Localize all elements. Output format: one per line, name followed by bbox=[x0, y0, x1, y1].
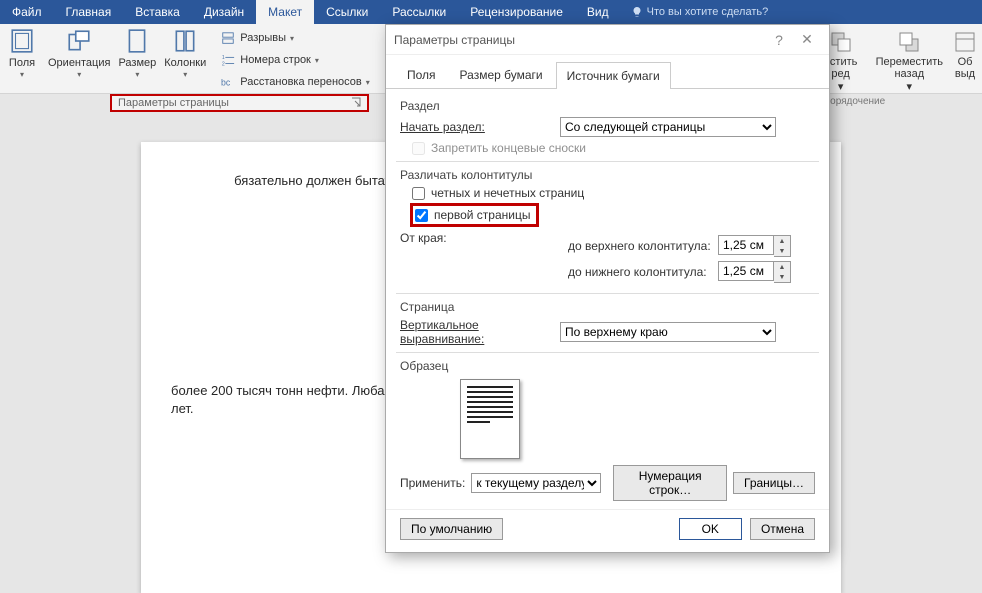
spin-up[interactable]: ▲ bbox=[774, 236, 790, 246]
apply-to-select[interactable]: к текущему разделу bbox=[471, 473, 601, 493]
section-start-select[interactable]: Со следующей страницы bbox=[560, 117, 776, 137]
chevron-down-icon: ▾ bbox=[907, 80, 913, 93]
tab-review[interactable]: Рецензирование bbox=[458, 0, 575, 24]
dialog-launcher-icon bbox=[351, 97, 361, 110]
page-setup-dialog: Параметры страницы ? ✕ Поля Размер бумаг… bbox=[385, 24, 830, 553]
breaks-column: Разрывы▾ 12 Номера строк▾ bc Расстановка… bbox=[210, 24, 376, 93]
tab-mailings[interactable]: Рассылки bbox=[380, 0, 458, 24]
header-distance-label: до верхнего колонтитула: bbox=[568, 239, 718, 253]
dialog-titlebar: Параметры страницы ? ✕ bbox=[386, 25, 829, 55]
spin-down[interactable]: ▼ bbox=[774, 246, 790, 256]
cancel-button[interactable]: Отмена bbox=[750, 518, 815, 540]
tab-insert[interactable]: Вставка bbox=[123, 0, 192, 24]
set-default-button[interactable]: По умолчанию bbox=[400, 518, 503, 540]
chevron-down-icon: ▾ bbox=[183, 69, 187, 81]
close-button[interactable]: ✕ bbox=[793, 31, 821, 48]
hyphen-icon: bc bbox=[220, 74, 236, 90]
tab-dialog-margins[interactable]: Поля bbox=[396, 61, 447, 88]
chevron-down-icon: ▾ bbox=[838, 80, 844, 93]
columns-icon bbox=[171, 27, 199, 55]
spin-down[interactable]: ▼ bbox=[774, 272, 790, 282]
ribbon-tabs: Файл Главная Вставка Дизайн Макет Ссылки… bbox=[0, 0, 982, 24]
suppress-endnotes-checkbox bbox=[412, 142, 425, 155]
selection-pane-button[interactable]: Об выд bbox=[948, 24, 982, 93]
odd-even-checkbox[interactable] bbox=[412, 187, 425, 200]
page-setup-group: Поля▾ Ориентация▾ Размер▾ Колонки▾ bbox=[0, 24, 210, 93]
svg-text:2: 2 bbox=[222, 61, 225, 67]
bring-forward-icon bbox=[897, 28, 921, 56]
valign-select[interactable]: По верхнему краю bbox=[560, 322, 776, 342]
tell-me-label: Что вы хотите сделать? bbox=[647, 6, 769, 18]
tab-home[interactable]: Главная bbox=[54, 0, 124, 24]
arrange-group: естить ред▾ Переместить назад▾ Об выд bbox=[811, 24, 982, 93]
line-numbers-button[interactable]: 12 Номера строк▾ bbox=[220, 50, 370, 70]
svg-text:bc: bc bbox=[221, 78, 231, 88]
orientation-icon bbox=[65, 27, 93, 55]
tell-me[interactable]: Что вы хотите сделать? bbox=[621, 0, 779, 24]
size-button[interactable]: Размер▾ bbox=[114, 24, 160, 81]
valign-label: Вертикальное выравнивание: bbox=[400, 318, 560, 346]
page-setup-launcher[interactable]: Параметры страницы bbox=[110, 94, 369, 112]
borders-dialog-button[interactable]: Границы… bbox=[733, 472, 815, 494]
chevron-down-icon: ▾ bbox=[77, 69, 81, 81]
tab-layout[interactable]: Макет bbox=[256, 0, 314, 24]
svg-text:1: 1 bbox=[222, 55, 225, 61]
tab-file[interactable]: Файл bbox=[0, 0, 54, 24]
section-legend: Раздел bbox=[400, 99, 815, 113]
apply-to-label: Применить: bbox=[400, 476, 465, 490]
chevron-down-icon: ▾ bbox=[135, 69, 139, 81]
line-numbers-dialog-button[interactable]: Нумерация строк… bbox=[613, 465, 727, 501]
help-button[interactable]: ? bbox=[765, 32, 793, 48]
footer-distance-input[interactable] bbox=[718, 261, 774, 281]
bulb-icon bbox=[631, 6, 643, 18]
size-icon bbox=[123, 27, 151, 55]
odd-even-label: четных и нечетных страниц bbox=[431, 186, 584, 200]
spin-up[interactable]: ▲ bbox=[774, 262, 790, 272]
suppress-endnotes-label: Запретить концевые сноски bbox=[431, 141, 586, 155]
chevron-down-icon: ▾ bbox=[20, 69, 24, 81]
ok-button[interactable]: OK bbox=[679, 518, 742, 540]
selection-pane-icon bbox=[953, 28, 977, 56]
margins-button[interactable]: Поля▾ bbox=[0, 24, 44, 81]
columns-button[interactable]: Колонки▾ bbox=[160, 24, 210, 81]
first-page-label: первой страницы bbox=[434, 208, 530, 222]
tab-design[interactable]: Дизайн bbox=[192, 0, 256, 24]
header-distance-input[interactable] bbox=[718, 235, 774, 255]
from-edge-label: От края: bbox=[400, 231, 560, 287]
page-legend: Страница bbox=[400, 300, 815, 314]
tab-dialog-paper[interactable]: Размер бумаги bbox=[449, 61, 554, 88]
margins-icon bbox=[8, 27, 36, 55]
bring-forward-button[interactable]: Переместить назад▾ bbox=[871, 24, 948, 93]
tab-dialog-source[interactable]: Источник бумаги bbox=[556, 62, 671, 89]
line-numbers-icon: 12 bbox=[220, 52, 236, 68]
tab-view[interactable]: Вид bbox=[575, 0, 621, 24]
send-backward-icon bbox=[829, 28, 853, 56]
chevron-down-icon: ▾ bbox=[290, 34, 294, 43]
preview-sample bbox=[460, 379, 520, 459]
breaks-icon bbox=[220, 30, 236, 46]
tab-references[interactable]: Ссылки bbox=[314, 0, 380, 24]
orientation-button[interactable]: Ориентация▾ bbox=[44, 24, 114, 81]
chevron-down-icon: ▾ bbox=[366, 78, 370, 87]
section-start-label: Начать раздел: bbox=[400, 120, 560, 134]
hyphenation-button[interactable]: bc Расстановка переносов▾ bbox=[220, 72, 370, 92]
first-page-checkbox[interactable] bbox=[415, 209, 428, 222]
sample-legend: Образец bbox=[400, 359, 815, 373]
breaks-button[interactable]: Разрывы▾ bbox=[220, 28, 370, 48]
footer-distance-label: до нижнего колонтитула: bbox=[568, 265, 718, 279]
chevron-down-icon: ▾ bbox=[315, 56, 319, 65]
headers-legend: Различать колонтитулы bbox=[400, 168, 815, 182]
dialog-title: Параметры страницы bbox=[394, 33, 515, 47]
dialog-tabs: Поля Размер бумаги Источник бумаги bbox=[386, 55, 829, 89]
